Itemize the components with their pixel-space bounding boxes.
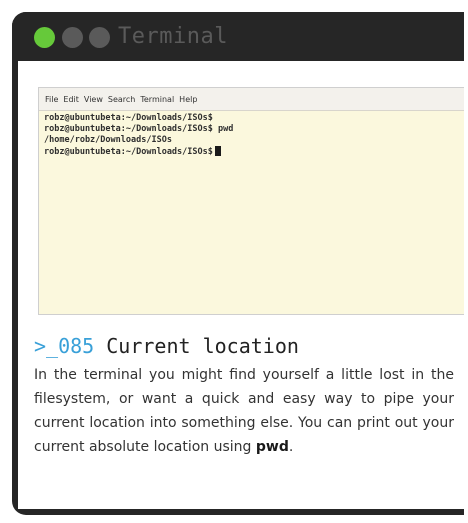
terminal-menubar: File Edit View Search Terminal Help: [39, 88, 464, 111]
terminal-line: robz@ubuntubeta:~/Downloads/ISOs$ pwd: [44, 124, 234, 134]
menu-item-help[interactable]: Help: [179, 95, 197, 104]
menu-item-edit[interactable]: Edit: [63, 95, 79, 104]
terminal-line: /home/robz/Downloads/ISOs: [44, 135, 172, 145]
terminal-line: robz@ubuntubeta:~/Downloads/ISOs$: [44, 113, 213, 123]
minimize-dot-icon[interactable]: [62, 27, 83, 48]
tip-command: pwd: [255, 439, 289, 455]
menu-item-search[interactable]: Search: [108, 95, 135, 104]
tip-body-text: In the terminal you might find yourself …: [34, 367, 454, 455]
window-titlebar: Terminal: [12, 12, 464, 61]
menu-item-terminal[interactable]: Terminal: [140, 95, 174, 104]
tip-heading: >_085 Current location: [34, 334, 299, 358]
menu-item-file[interactable]: File: [45, 95, 58, 104]
card-content: File Edit View Search Terminal Help robz…: [18, 61, 464, 509]
terminal-screenshot: File Edit View Search Terminal Help robz…: [38, 87, 464, 315]
menu-item-view[interactable]: View: [84, 95, 103, 104]
tip-title: Current location: [106, 334, 299, 358]
close-dot-icon[interactable]: [34, 27, 55, 48]
tip-number: >_085: [34, 334, 95, 358]
terminal-prompt: robz@ubuntubeta:~/Downloads/ISOs$: [44, 147, 213, 157]
maximize-dot-icon[interactable]: [89, 27, 110, 48]
text-cursor-icon: [214, 146, 221, 156]
window-title: Terminal: [118, 24, 228, 49]
terminal-prompt-line: robz@ubuntubeta:~/Downloads/ISOs$: [44, 146, 459, 158]
terminal-output[interactable]: robz@ubuntubeta:~/Downloads/ISOs$ robz@u…: [39, 111, 464, 314]
tip-description: In the terminal you might find yourself …: [34, 363, 454, 459]
tip-body-end: .: [288, 439, 294, 455]
terminal-tip-card: Terminal File Edit View Search Terminal …: [12, 12, 464, 515]
